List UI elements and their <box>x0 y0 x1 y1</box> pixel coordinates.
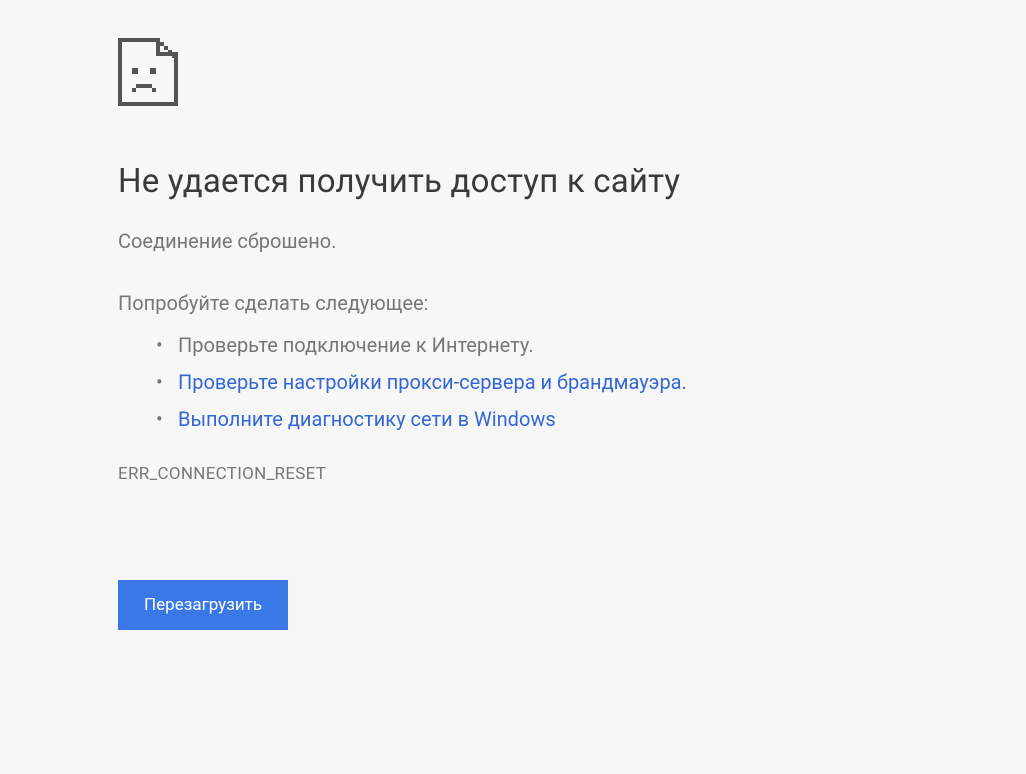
list-item: Выполните диагностику сети в Windows <box>178 401 1026 438</box>
proxy-firewall-link[interactable]: Проверьте настройки прокси-сервера и бра… <box>178 370 687 394</box>
error-code: ERR_CONNECTION_RESET <box>118 464 1026 484</box>
error-subtitle: Соединение сброшено. <box>118 229 1026 253</box>
sad-page-icon <box>118 38 178 106</box>
suggestion-list: Проверьте подключение к Интернету. Прове… <box>118 327 1026 438</box>
suggestion-text: Проверьте подключение к Интернету. <box>178 333 534 357</box>
network-diagnostics-link[interactable]: Выполните диагностику сети в Windows <box>178 407 556 431</box>
list-item: Проверьте настройки прокси-сервера и бра… <box>178 364 1026 401</box>
error-icon-container <box>118 38 1026 106</box>
page-title: Не удается получить доступ к сайту <box>118 162 1026 201</box>
try-heading: Попробуйте сделать следующее: <box>118 291 1026 315</box>
list-item: Проверьте подключение к Интернету. <box>178 327 1026 364</box>
reload-button[interactable]: Перезагрузить <box>118 580 288 630</box>
